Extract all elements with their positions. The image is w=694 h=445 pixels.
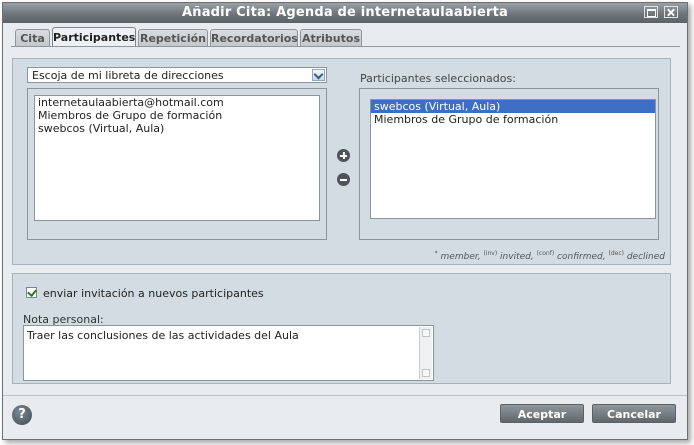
cancel-button[interactable]: Cancelar xyxy=(592,404,676,423)
close-icon[interactable] xyxy=(664,6,678,18)
available-list[interactable]: internetaulaabierta@hotmail.com Miembros… xyxy=(34,95,320,221)
participants-panel: Escoja de mi libreta de direcciones inte… xyxy=(12,58,671,265)
tab-repeticion[interactable]: Repetición xyxy=(138,29,208,46)
chevron-down-icon[interactable] xyxy=(312,69,325,81)
tab-atributos[interactable]: Atributos xyxy=(300,29,362,46)
legend-declined-mark: (dec) xyxy=(608,250,624,257)
legend-confirmed-mark: (conf) xyxy=(536,250,555,257)
legend-declined: declined xyxy=(626,252,665,262)
note-scrollbar[interactable] xyxy=(419,327,432,379)
remove-participant-icon[interactable] xyxy=(337,173,350,186)
tab-divider xyxy=(11,46,680,47)
scroll-down-icon[interactable] xyxy=(422,369,430,377)
invitation-panel: enviar invitación a nuevos participantes… xyxy=(12,273,671,384)
send-invitation-checkbox[interactable] xyxy=(26,287,37,298)
tab-recordatorios[interactable]: Recordatorios xyxy=(210,29,298,46)
list-item[interactable]: internetaulaabierta@hotmail.com xyxy=(35,96,319,109)
tab-participantes[interactable]: Participantes xyxy=(52,27,136,47)
add-participant-icon[interactable] xyxy=(337,149,350,162)
footer-divider xyxy=(3,395,687,396)
legend-invited: invited, xyxy=(500,252,534,262)
legend-invited-mark: (inv) xyxy=(483,250,498,257)
title-bar[interactable]: Añadir Cita: Agenda de internetaulaabier… xyxy=(3,3,687,23)
available-list-frame: internetaulaabierta@hotmail.com Miembros… xyxy=(27,88,327,240)
legend-confirmed: confirmed, xyxy=(557,252,606,262)
selected-list-frame: swebcos (Virtual, Aula) Miembros de Grup… xyxy=(359,88,659,240)
send-invitation-label[interactable]: enviar invitación a nuevos participantes xyxy=(43,287,264,300)
address-book-select[interactable]: Escoja de mi libreta de direcciones xyxy=(27,67,327,83)
list-item[interactable]: swebcos (Virtual, Aula) xyxy=(35,122,319,135)
scroll-up-icon[interactable] xyxy=(422,329,430,337)
personal-note-textarea[interactable]: Traer las conclusiones de las actividade… xyxy=(23,325,434,381)
selected-participants-label: Participantes seleccionados: xyxy=(360,72,516,85)
list-item[interactable]: Miembros de Grupo de formación xyxy=(35,109,319,122)
status-legend: * member, (inv) invited, (conf) confirme… xyxy=(435,250,665,262)
accept-button[interactable]: Aceptar xyxy=(500,404,584,423)
address-book-select-value: Escoja de mi libreta de direcciones xyxy=(32,69,224,82)
add-appointment-dialog: Añadir Cita: Agenda de internetaulaabier… xyxy=(2,2,688,440)
personal-note-value: Traer las conclusiones de las actividade… xyxy=(27,329,299,342)
help-icon[interactable]: ? xyxy=(12,405,32,425)
list-item[interactable]: swebcos (Virtual, Aula) xyxy=(371,100,655,113)
legend-member-mark: * xyxy=(434,250,438,257)
list-item[interactable]: Miembros de Grupo de formación xyxy=(371,113,655,126)
legend-member: member, xyxy=(440,252,481,262)
window-title: Añadir Cita: Agenda de internetaulaabier… xyxy=(181,5,509,20)
maximize-icon[interactable] xyxy=(644,6,658,18)
tab-cita[interactable]: Cita xyxy=(15,29,50,46)
selected-list[interactable]: swebcos (Virtual, Aula) Miembros de Grup… xyxy=(370,99,656,219)
